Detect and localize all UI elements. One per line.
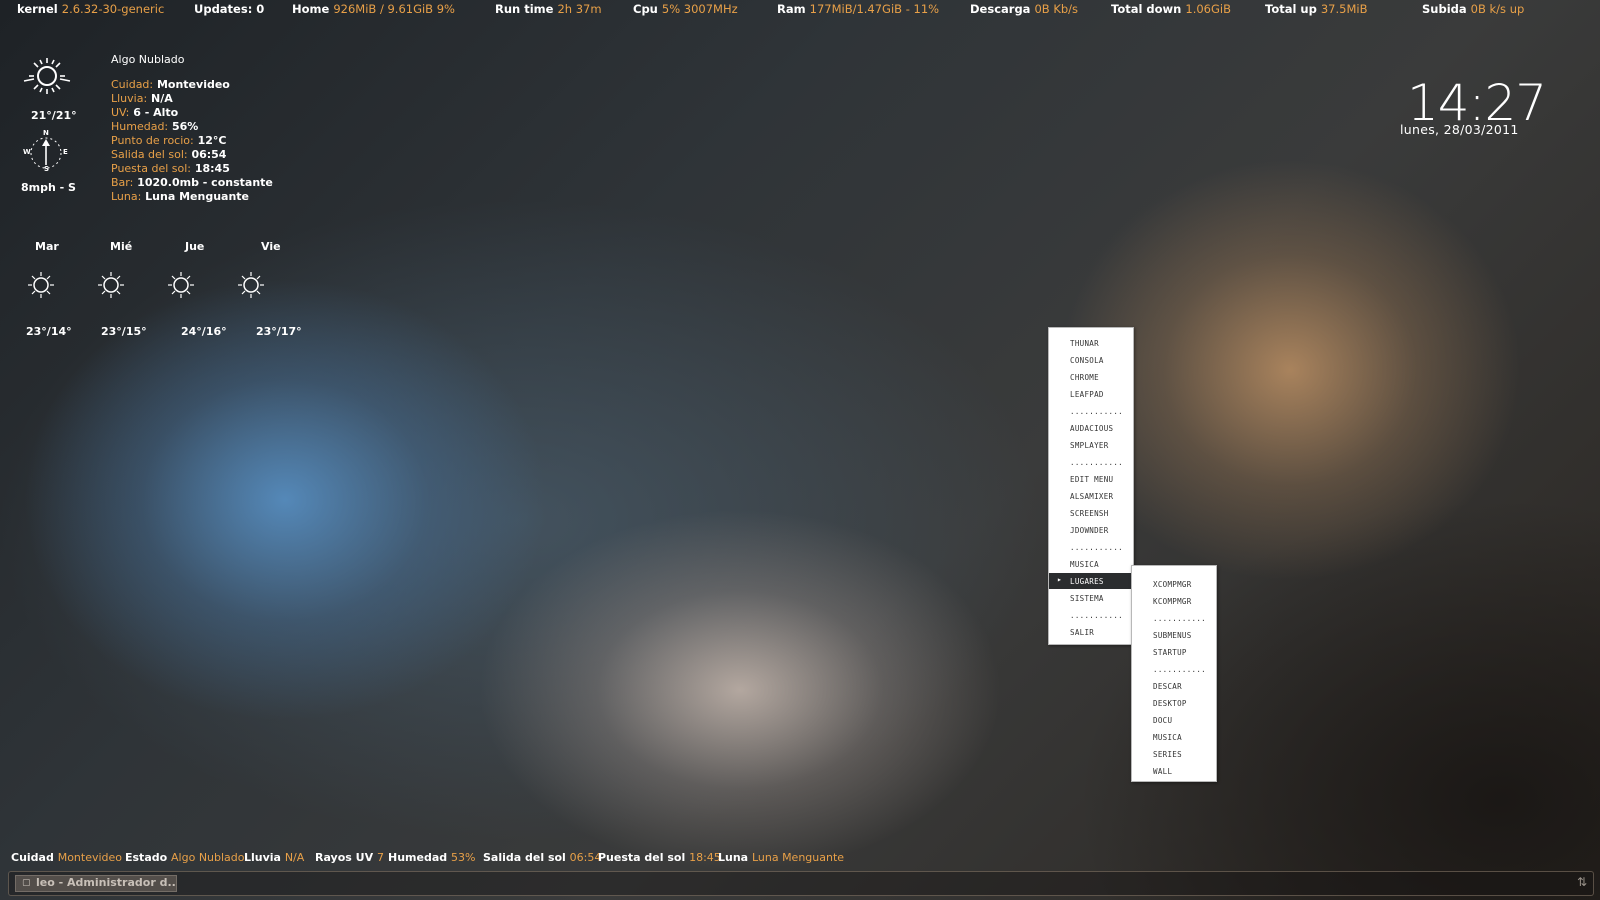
menu-item-salir[interactable]: SALIR <box>1049 624 1133 640</box>
detail-salida: Salida del sol: 06:54 <box>111 148 227 161</box>
compass-e: E <box>63 148 68 156</box>
menu-item-sistema[interactable]: SISTEMA <box>1049 590 1133 606</box>
ram-stat: Ram 177MiB/1.47GiB - 11% <box>777 2 940 16</box>
lugares-submenu: XCOMPMGR KCOMPMGR ........... SUBMENUS S… <box>1131 565 1217 782</box>
submenu-item-kcompmgr[interactable]: KCOMPMGR <box>1132 593 1216 609</box>
totaldown-stat: Total down 1.06GiB <box>1111 2 1231 16</box>
bottom-luna: Luna Luna Menguante <box>718 851 845 864</box>
forecast-day-3: Jue <box>185 240 205 253</box>
forecast-temp-1: 23°/14° <box>26 325 72 338</box>
compass-w: W <box>23 148 31 156</box>
menu-item-audacious[interactable]: AUDACIOUS <box>1049 420 1133 436</box>
submenu-item-musica[interactable]: MUSICA <box>1132 729 1216 745</box>
clock-date: lunes, 28/03/2011 <box>1400 122 1519 137</box>
menu-item-screensh[interactable]: SCREENSH <box>1049 505 1133 521</box>
detail-luna: Luna: Luna Menguante <box>111 190 250 203</box>
menu-item-musica[interactable]: MUSICA <box>1049 556 1133 572</box>
bottom-uv: Rayos UV 7 <box>315 851 384 864</box>
menu-item-consola[interactable]: CONSOLA <box>1049 352 1133 368</box>
submenu-item-startup[interactable]: STARTUP <box>1132 644 1216 660</box>
forecast-sun-icon <box>98 272 124 298</box>
forecast-sun-icon <box>238 272 264 298</box>
bottom-salida: Salida del sol 06:54 <box>483 851 602 864</box>
menu-separator: ........... <box>1153 614 1206 623</box>
submenu-arrow-icon: ▸ <box>1057 575 1063 584</box>
weather-condition: Algo Nublado <box>111 53 185 66</box>
submenu-item-series[interactable]: SERIES <box>1132 746 1216 762</box>
menu-item-leafpad[interactable]: LEAFPAD <box>1049 386 1133 402</box>
window-icon: ▢ <box>22 878 31 888</box>
descarga-stat: Descarga 0B Kb/s <box>970 2 1079 16</box>
menu-separator: ........... <box>1070 543 1123 552</box>
detail-bar: Bar: 1020.0mb - constante <box>111 176 273 189</box>
forecast-temp-4: 23°/17° <box>256 325 302 338</box>
forecast-day-2: Mié <box>110 240 133 253</box>
compass-n: N <box>43 129 49 137</box>
bottom-estado: Estado Algo Nublado <box>125 851 245 864</box>
detail-rocio: Punto de rocio: 12°C <box>111 134 227 147</box>
detail-humedad: Humedad: 56% <box>111 120 199 133</box>
menu-separator: ........... <box>1070 407 1123 416</box>
submenu-item-descar[interactable]: DESCAR <box>1132 678 1216 694</box>
menu-item-jdownder[interactable]: JDOWNDER <box>1049 522 1133 538</box>
clock-time: 14:27 <box>1407 74 1547 132</box>
bottom-weather-bar: Cuidad Montevideo Estado Algo Nublado Ll… <box>0 849 1600 865</box>
menu-item-chrome[interactable]: CHROME <box>1049 369 1133 385</box>
sun-icon <box>23 58 71 94</box>
menu-item-edit-menu[interactable]: EDIT MENU <box>1049 471 1133 487</box>
subida-stat: Subida 0B k/s up <box>1422 2 1525 16</box>
forecast-temp-3: 24°/16° <box>181 325 227 338</box>
submenu-item-docu[interactable]: DOCU <box>1132 712 1216 728</box>
menu-separator: ........... <box>1070 611 1123 620</box>
weather-panel: Algo Nublado 21°/21° N S W E 8mph - S Cu… <box>0 0 320 360</box>
bottom-humedad: Humedad 53% <box>388 851 476 864</box>
detail-uv: UV: 6 - Alto <box>111 106 179 119</box>
forecast-sun-icon <box>28 272 54 298</box>
detail-cuidad: Cuidad: Montevideo <box>111 78 230 91</box>
menu-item-lugares[interactable]: ▸ LUGARES <box>1049 573 1133 589</box>
wind-speed: 8mph - S <box>21 181 76 194</box>
network-icon[interactable]: ⇅ <box>1577 875 1587 889</box>
taskbar-window-button[interactable]: ▢ leo - Administrador d... <box>15 875 177 892</box>
compass-s: S <box>44 165 50 173</box>
bottom-cuidad: Cuidad Montevideo <box>11 851 123 864</box>
menu-item-thunar[interactable]: THUNAR <box>1049 335 1133 351</box>
bottom-lluvia: Lluvia N/A <box>244 851 305 864</box>
submenu-item-submenus[interactable]: SUBMENUS <box>1132 627 1216 643</box>
runtime-stat: Run time 2h 37m <box>495 2 602 16</box>
detail-lluvia: Lluvia: N/A <box>111 92 173 105</box>
forecast-day-1: Mar <box>35 240 59 253</box>
desktop: { "top_bar": { "kernel_label": "kernel",… <box>0 0 1600 900</box>
root-menu: THUNAR CONSOLA CHROME LEAFPAD ..........… <box>1048 327 1134 645</box>
wind-compass: N S W E <box>23 129 68 174</box>
totalup-stat: Total up 37.5MiB <box>1265 2 1368 16</box>
submenu-item-xcompmgr[interactable]: XCOMPMGR <box>1132 576 1216 592</box>
forecast-temp-2: 23°/15° <box>101 325 147 338</box>
menu-item-alsamixer[interactable]: ALSAMIXER <box>1049 488 1133 504</box>
clock-widget: 14:27 lunes, 28/03/2011 <box>1380 74 1547 140</box>
submenu-item-desktop[interactable]: DESKTOP <box>1132 695 1216 711</box>
forecast-sun-icon <box>168 272 194 298</box>
taskbar: ▢ leo - Administrador d... ⇅ <box>8 871 1594 896</box>
cpu-stat: Cpu 5% 3007MHz <box>633 2 738 16</box>
submenu-item-wall[interactable]: WALL <box>1132 763 1216 779</box>
current-temp: 21°/21° <box>31 109 77 122</box>
menu-separator: ........... <box>1070 458 1123 467</box>
bottom-puesta: Puesta del sol 18:45 <box>598 851 721 864</box>
forecast-day-4: Vie <box>261 240 281 253</box>
menu-separator: ........... <box>1153 665 1206 674</box>
menu-item-smplayer[interactable]: SMPLAYER <box>1049 437 1133 453</box>
detail-puesta: Puesta del sol: 18:45 <box>111 162 230 175</box>
